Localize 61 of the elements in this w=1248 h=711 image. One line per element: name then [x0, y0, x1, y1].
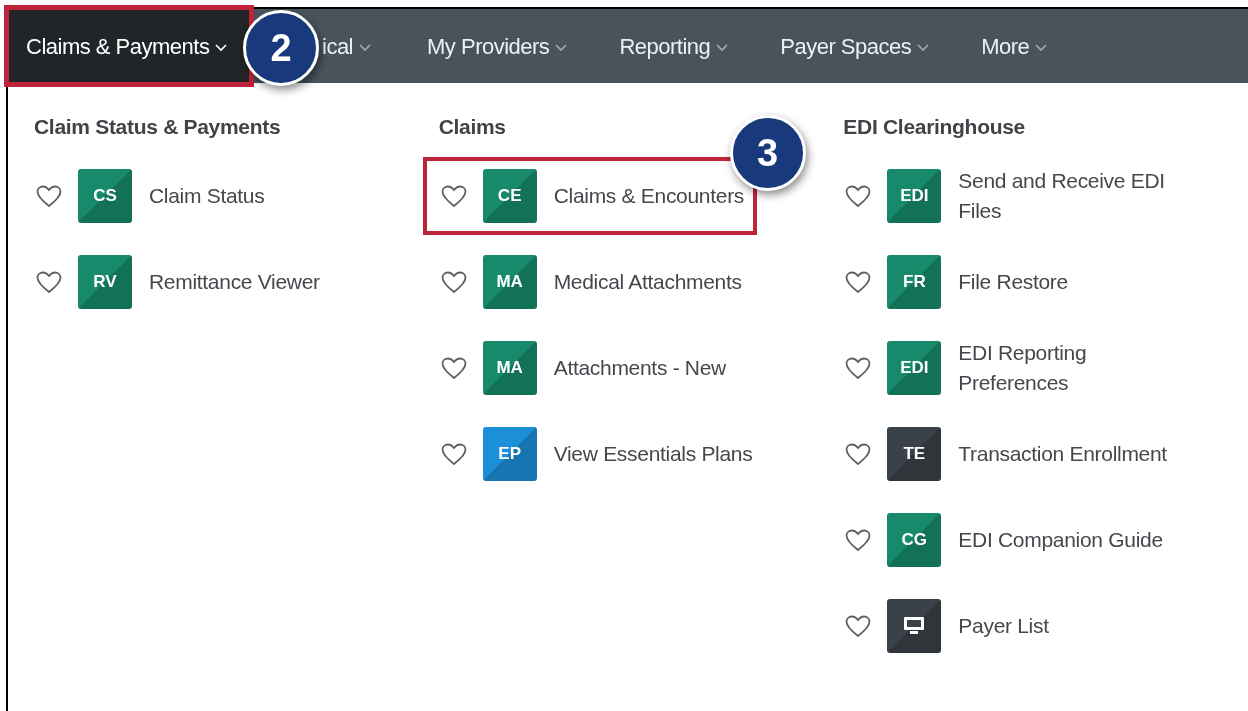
- app-tile: EDI: [887, 169, 942, 223]
- app-tile: FR: [887, 255, 942, 309]
- chevron-down-icon: [716, 44, 729, 52]
- menu-item-label: Send and Receive EDI Files: [958, 168, 1166, 224]
- menu-item[interactable]: CS Claim Status: [22, 161, 412, 231]
- chevron-down-icon: [1035, 44, 1048, 52]
- heart-icon[interactable]: [845, 184, 872, 208]
- app-tile: RV: [78, 255, 132, 309]
- column-heading: EDI Clearinghouse: [843, 114, 1026, 140]
- app-tile: MA: [482, 341, 537, 395]
- menu-item[interactable]: MA Medical Attachments: [426, 247, 817, 317]
- menu-item-label: File Restore: [958, 269, 1068, 295]
- column-heading: Claims: [438, 114, 507, 140]
- menu-item-label: EDI Companion Guide: [958, 527, 1163, 553]
- chevron-down-icon: [555, 44, 568, 52]
- nav-tab[interactable]: More: [955, 9, 1074, 83]
- heart-icon[interactable]: [845, 442, 872, 466]
- chevron-down-icon: [215, 44, 228, 52]
- step-number-badge: 3: [729, 115, 806, 191]
- heart-icon[interactable]: [845, 528, 872, 552]
- menu-item-label: Claim Status: [149, 183, 265, 209]
- menu-item[interactable]: FR File Restore: [831, 247, 1222, 317]
- app-tile: CE: [482, 169, 537, 223]
- menu-item-label: Transaction Enrollment: [958, 441, 1167, 467]
- heart-icon[interactable]: [440, 270, 467, 294]
- heart-icon[interactable]: [36, 270, 62, 294]
- menu-item[interactable]: EDI EDI Reporting Preferences: [831, 333, 1222, 403]
- menu-item[interactable]: EDI Send and Receive EDI Files: [831, 161, 1222, 231]
- app-tile: EDI: [887, 341, 942, 395]
- nav-tab[interactable]: Payer Spaces: [754, 9, 956, 83]
- heart-icon[interactable]: [845, 356, 872, 380]
- step-number-badge: 2: [243, 10, 319, 86]
- app-tile: CG: [887, 513, 942, 567]
- chevron-down-icon: [917, 44, 930, 52]
- menu-item-label: Attachments - New: [553, 355, 726, 381]
- menu-item[interactable]: EP View Essentials Plans: [426, 419, 817, 489]
- menu-item-label: EDI Reporting Preferences: [958, 340, 1088, 396]
- nav-tab[interactable]: Reporting: [593, 9, 755, 83]
- menu-item[interactable]: RV Remittance Viewer: [22, 247, 412, 317]
- menu-item[interactable]: CG EDI Companion Guide: [831, 505, 1222, 575]
- app-tile: TE: [887, 427, 942, 481]
- column-heading: Claim Status & Payments: [34, 114, 282, 140]
- heart-icon[interactable]: [440, 356, 467, 380]
- chevron-down-icon: [359, 44, 371, 52]
- menu-item[interactable]: TE Transaction Enrollment: [831, 419, 1222, 489]
- heart-icon[interactable]: [36, 184, 62, 208]
- heart-icon[interactable]: [845, 614, 872, 638]
- menu-item-label: Remittance Viewer: [149, 269, 320, 295]
- app-tile: CS: [78, 169, 132, 223]
- menu-item-label: Medical Attachments: [553, 269, 742, 295]
- menu-item-label: View Essentials Plans: [553, 441, 753, 467]
- app-tile: MA: [482, 255, 537, 309]
- nav-tab[interactable]: My Providers: [401, 9, 594, 83]
- heart-icon[interactable]: [845, 270, 872, 294]
- heart-icon[interactable]: [440, 442, 467, 466]
- nav-tab[interactable]: ical: [322, 9, 401, 83]
- app-tile: EP: [482, 427, 537, 481]
- menu-item-label: Payer List: [958, 613, 1049, 639]
- heart-icon[interactable]: [440, 184, 467, 208]
- menu-item[interactable]: MA Attachments - New: [426, 333, 817, 403]
- menu-item[interactable]: Payer List: [831, 591, 1222, 661]
